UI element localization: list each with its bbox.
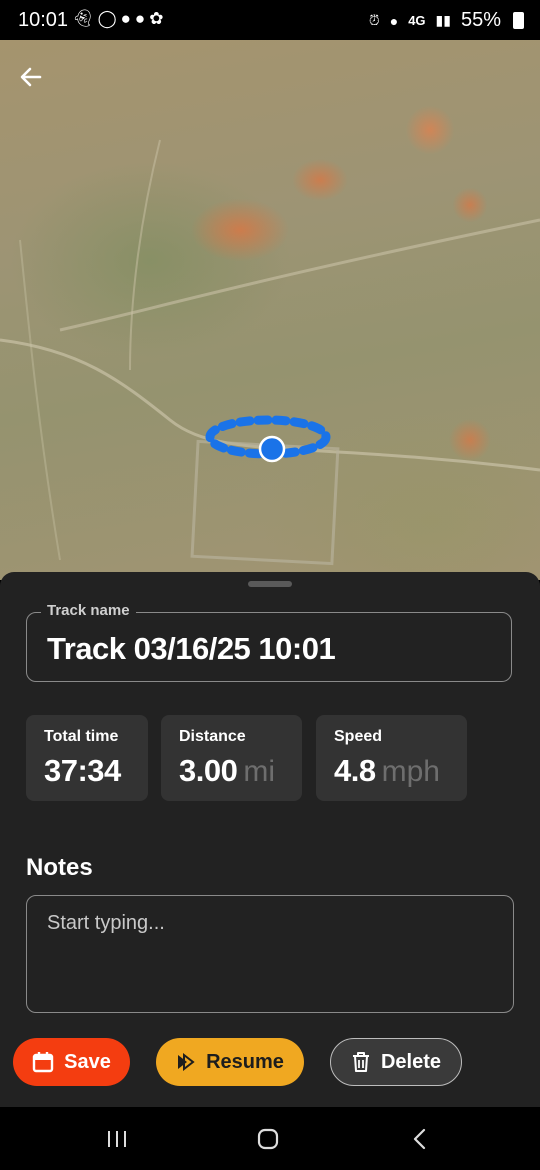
- stat-label: Distance: [179, 728, 246, 745]
- stat-value: 3.00 mi: [179, 753, 275, 789]
- status-right: ⏰︎ ● 4G ▮▮ 55%: [369, 9, 524, 32]
- back-button[interactable]: [18, 64, 56, 102]
- stat-label: Speed: [334, 728, 383, 745]
- track-details-sheet: Track name Track 03/16/25 10:01 Total ti…: [0, 572, 540, 1107]
- messenger-icon: ●: [134, 9, 150, 28]
- calendar-icon: [32, 1052, 54, 1073]
- current-location-marker: [258, 435, 286, 463]
- recents-button[interactable]: [97, 1123, 137, 1155]
- home-icon: [257, 1128, 279, 1150]
- arrow-left-icon: [20, 67, 42, 87]
- stat-number: 4.8: [334, 753, 376, 788]
- home-button[interactable]: [248, 1123, 288, 1155]
- delete-label: Delete: [380, 1050, 442, 1073]
- notification-icons: 👻︎◯●●✿: [72, 9, 167, 29]
- location-icon: ●: [389, 12, 399, 29]
- stat-distance: Distance 3.00 mi: [161, 715, 302, 801]
- sheet-drag-handle[interactable]: [248, 581, 292, 587]
- track-name-label: Track name: [41, 602, 136, 619]
- stat-number: 37:34: [44, 753, 121, 788]
- stat-speed: Speed 4.8 mph: [316, 715, 467, 801]
- resume-label: Resume: [206, 1050, 284, 1073]
- map-road: [129, 139, 161, 371]
- snapchat-icon: 👻︎: [72, 9, 98, 28]
- chevron-left-icon: [413, 1128, 426, 1150]
- stat-label: Total time: [44, 728, 119, 745]
- track-name-value[interactable]: Track 03/16/25 10:01: [47, 631, 336, 667]
- stat-unit: mi: [243, 755, 275, 788]
- notes-input[interactable]: [27, 896, 513, 1012]
- network-label: 4G: [408, 13, 426, 28]
- notes-field[interactable]: [26, 895, 514, 1013]
- map-overlay: [0, 139, 540, 566]
- alarm-icon: ⏰︎: [368, 12, 380, 28]
- track-name-field[interactable]: Track name Track 03/16/25 10:01: [26, 602, 512, 682]
- stat-value: 37:34: [44, 753, 121, 789]
- messenger-icon: ●: [120, 9, 135, 28]
- status-time: 10:01: [18, 9, 69, 31]
- resume-button[interactable]: Resume: [156, 1038, 304, 1086]
- delete-button[interactable]: Delete: [330, 1038, 462, 1086]
- trash-icon: [352, 1052, 369, 1072]
- instagram-icon: ◯: [97, 9, 121, 28]
- map-road: [19, 239, 61, 561]
- recents-icon: [108, 1131, 126, 1147]
- battery-percent: 55%: [460, 9, 501, 31]
- notes-title: Notes: [26, 854, 93, 881]
- satellite-map[interactable]: [0, 40, 540, 580]
- stat-unit: mph: [381, 755, 440, 788]
- system-back-button[interactable]: [400, 1123, 440, 1155]
- stat-value: 4.8 mph: [334, 753, 440, 789]
- system-nav-bar: [0, 1107, 540, 1170]
- save-button[interactable]: Save: [13, 1038, 130, 1086]
- signal-icon: ▮▮: [435, 12, 451, 28]
- battery-icon: [513, 12, 524, 29]
- status-bar: 10:01 👻︎◯●●✿ ⏰︎ ● 4G ▮▮ 55%: [0, 0, 540, 40]
- save-label: Save: [64, 1050, 111, 1073]
- stat-number: 3.00: [179, 753, 238, 788]
- stat-total-time: Total time 37:34: [26, 715, 148, 801]
- pinwheel-icon: ✿: [149, 9, 168, 28]
- resume-play-icon: [178, 1053, 195, 1071]
